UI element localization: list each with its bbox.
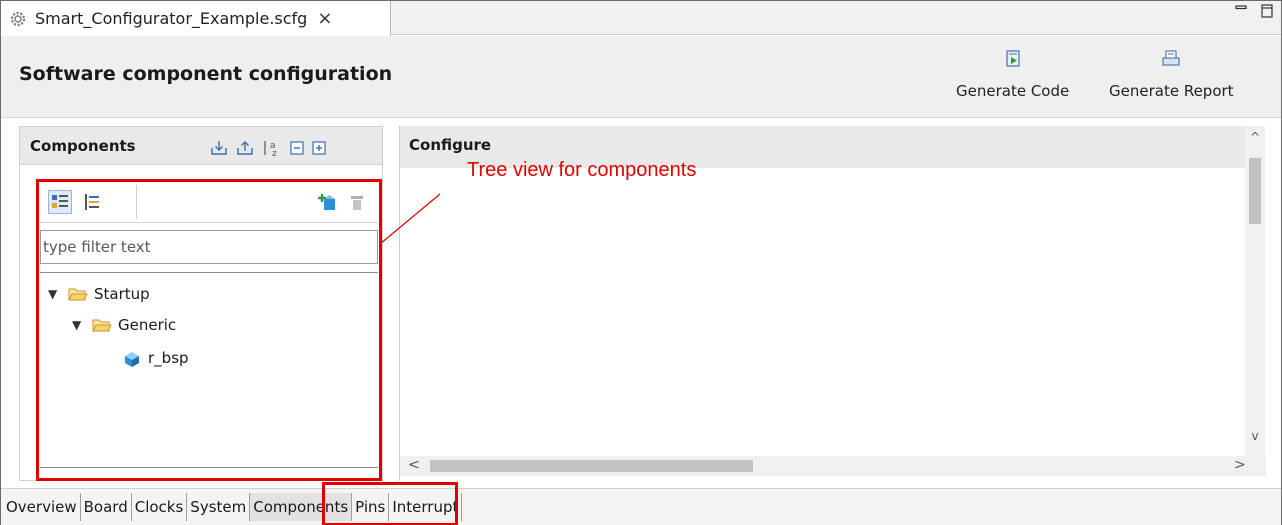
- tab-clocks[interactable]: Clocks: [131, 493, 188, 521]
- minimize-icon[interactable]: [1235, 4, 1247, 16]
- tree-view-highlight: [36, 179, 382, 481]
- generate-code-icon: [1006, 50, 1020, 67]
- scroll-up-icon[interactable]: ^: [1245, 130, 1265, 144]
- horizontal-scroll-thumb[interactable]: [430, 460, 753, 472]
- components-title: Components: [30, 137, 136, 155]
- bottom-tab-bar: Overview Board Clocks System Components …: [1, 488, 1281, 525]
- svg-text:z: z: [272, 149, 277, 157]
- generate-report-button[interactable]: Generate Report: [1109, 50, 1234, 100]
- import-icon[interactable]: [210, 140, 228, 156]
- vertical-scrollbar[interactable]: ^ v: [1245, 126, 1265, 456]
- expand-all-icon[interactable]: [312, 141, 326, 155]
- tab-board[interactable]: Board: [80, 493, 132, 521]
- scroll-right-icon[interactable]: >: [1234, 457, 1246, 473]
- scroll-left-icon[interactable]: <: [408, 457, 420, 473]
- editor-window: Smart_Configurator_Example.scfg × Softwa…: [0, 0, 1282, 525]
- gear-icon: [10, 11, 26, 26]
- generate-report-label: Generate Report: [1109, 82, 1234, 100]
- collapse-all-icon[interactable]: [290, 141, 304, 155]
- horizontal-scrollbar[interactable]: < >: [400, 456, 1266, 476]
- export-icon[interactable]: [236, 140, 254, 156]
- page-header: Software component configuration Generat…: [1, 36, 1281, 118]
- generate-code-label: Generate Code: [956, 82, 1070, 100]
- editor-tab-title: Smart_Configurator_Example.scfg: [35, 9, 308, 28]
- vertical-scroll-thumb[interactable]: [1249, 158, 1261, 224]
- scroll-down-icon[interactable]: v: [1245, 429, 1265, 443]
- tab-overview[interactable]: Overview: [3, 493, 81, 521]
- maximize-icon[interactable]: [1261, 4, 1273, 18]
- tab-system[interactable]: System: [187, 493, 251, 521]
- close-tab-icon[interactable]: ×: [317, 8, 332, 29]
- annotation-label: Tree view for components: [467, 159, 697, 181]
- editor-tab[interactable]: Smart_Configurator_Example.scfg ×: [1, 1, 391, 36]
- page-title: Software component configuration: [19, 63, 393, 85]
- editor-tab-strip: Smart_Configurator_Example.scfg ×: [1, 1, 1281, 36]
- configure-title: Configure: [409, 136, 492, 154]
- components-tab-highlight: [322, 482, 458, 525]
- sort-alphabetically-icon[interactable]: a z: [262, 139, 282, 157]
- components-panel-header: Components a z: [20, 127, 382, 165]
- generate-report-icon: [1162, 50, 1180, 66]
- generate-code-button[interactable]: Generate Code: [956, 50, 1069, 100]
